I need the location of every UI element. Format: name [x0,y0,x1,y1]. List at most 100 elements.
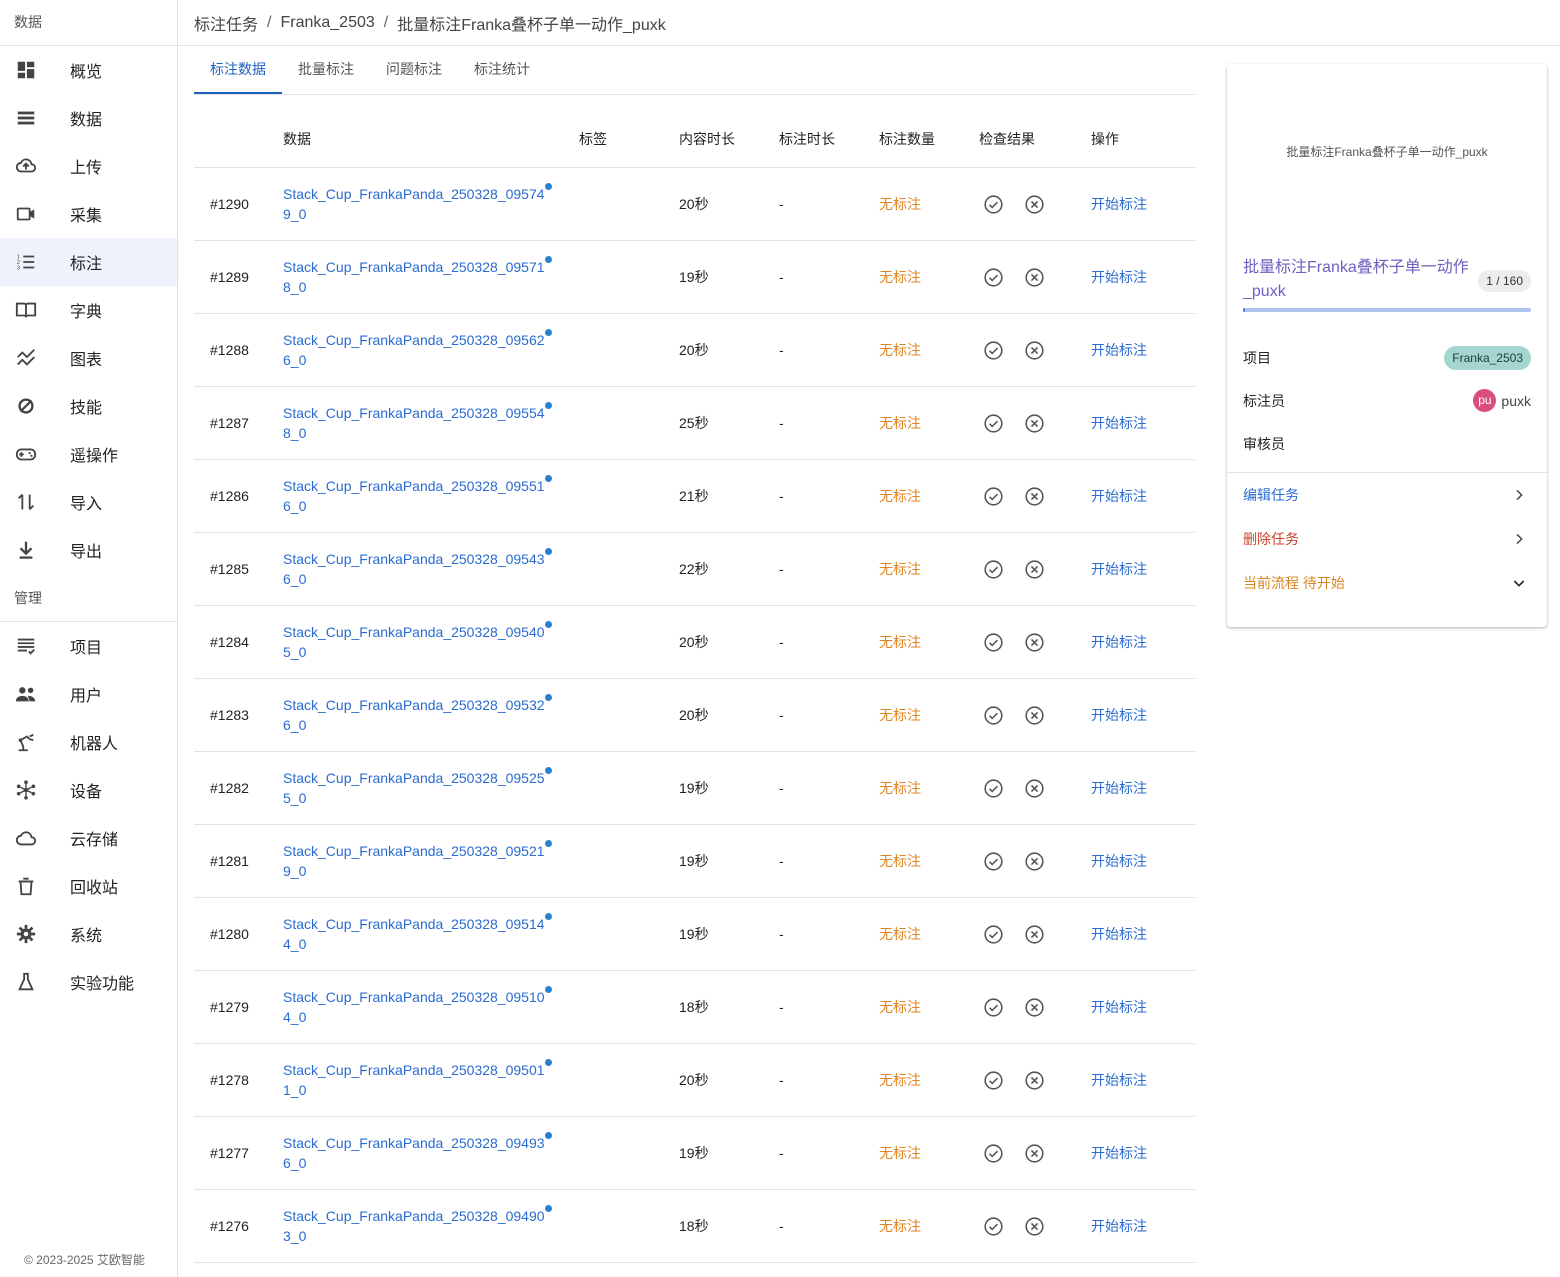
row-label-time: - [779,1218,784,1234]
start-annotation-button[interactable]: 开始标注 [1091,342,1147,358]
row-count: 无标注 [879,561,921,577]
sidebar-item-flask[interactable]: 实验功能 [0,958,177,1006]
row-op: 开始标注 [1091,997,1195,1017]
start-annotation-button[interactable]: 开始标注 [1091,561,1147,577]
check-fail-icon[interactable] [1024,851,1045,872]
check-pass-icon[interactable] [983,1216,1004,1237]
check-pass-icon[interactable] [983,924,1004,945]
row-check [979,413,1091,434]
start-annotation-button[interactable]: 开始标注 [1091,1218,1147,1234]
tab-batch-annotation[interactable]: 批量标注 [282,46,370,94]
check-pass-icon[interactable] [983,1143,1004,1164]
sidebar-item-users[interactable]: 用户 [0,670,177,718]
check-pass-icon[interactable] [983,413,1004,434]
sidebar-item-skill[interactable]: 技能 [0,382,177,430]
check-pass-icon[interactable] [983,851,1004,872]
data-link[interactable]: Stack_Cup_FrankaPanda_250328_095104_0 [283,987,545,1027]
book-icon [0,299,70,321]
sidebar-item-device[interactable]: 设备 [0,766,177,814]
sidebar-item-list[interactable]: 数据 [0,94,177,142]
tab-annotation-data[interactable]: 标注数据 [194,46,282,94]
check-pass-icon[interactable] [983,267,1004,288]
row-label-time: - [779,999,784,1015]
data-link[interactable]: Stack_Cup_FrankaPanda_250328_095255_0 [283,768,545,808]
check-fail-icon[interactable] [1024,194,1045,215]
project-chip[interactable]: Franka_2503 [1444,345,1531,370]
check-pass-icon[interactable] [983,632,1004,653]
data-link[interactable]: Stack_Cup_FrankaPanda_250328_095011_0 [283,1060,545,1100]
start-annotation-button[interactable]: 开始标注 [1091,1145,1147,1161]
data-link[interactable]: Stack_Cup_FrankaPanda_250328_095548_0 [283,403,545,443]
start-annotation-button[interactable]: 开始标注 [1091,999,1147,1015]
start-annotation-button[interactable]: 开始标注 [1091,1072,1147,1088]
current-flow-toggle[interactable]: 当前流程 待开始 [1227,561,1547,605]
data-link[interactable]: Stack_Cup_FrankaPanda_250328_095516_0 [283,476,545,516]
check-fail-icon[interactable] [1024,778,1045,799]
check-pass-icon[interactable] [983,194,1004,215]
check-fail-icon[interactable] [1024,413,1045,434]
sidebar-item-gamepad[interactable]: 遥操作 [0,430,177,478]
start-annotation-button[interactable]: 开始标注 [1091,926,1147,942]
tab-annotation-stats[interactable]: 标注统计 [458,46,546,94]
sidebar-item-video-camera[interactable]: 采集 [0,190,177,238]
delete-task-button[interactable]: 删除任务 [1227,517,1547,561]
check-fail-icon[interactable] [1024,1216,1045,1237]
sidebar-item-list-numbered[interactable]: 1 2 3 标注 [0,238,177,286]
check-fail-icon[interactable] [1024,1143,1045,1164]
check-fail-icon[interactable] [1024,632,1045,653]
sidebar-item-chart[interactable]: 图表 [0,334,177,382]
sidebar-item-robot-arm[interactable]: 机器人 [0,718,177,766]
data-link[interactable]: Stack_Cup_FrankaPanda_250328_095219_0 [283,841,545,881]
check-pass-icon[interactable] [983,778,1004,799]
start-annotation-button[interactable]: 开始标注 [1091,634,1147,650]
check-pass-icon[interactable] [983,1070,1004,1091]
data-link[interactable]: Stack_Cup_FrankaPanda_250328_095326_0 [283,695,545,735]
check-fail-icon[interactable] [1024,267,1045,288]
row-duration: 21秒 [679,488,709,504]
sidebar-item-dashboard[interactable]: 概览 [0,46,177,94]
check-fail-icon[interactable] [1024,559,1045,580]
start-annotation-button[interactable]: 开始标注 [1091,196,1147,212]
data-link[interactable]: Stack_Cup_FrankaPanda_250328_095144_0 [283,914,545,954]
check-fail-icon[interactable] [1024,1070,1045,1091]
start-annotation-button[interactable]: 开始标注 [1091,269,1147,285]
data-link[interactable]: Stack_Cup_FrankaPanda_250328_095436_0 [283,549,545,589]
start-annotation-button[interactable]: 开始标注 [1091,415,1147,431]
check-pass-icon[interactable] [983,340,1004,361]
sidebar-item-import[interactable]: 导入 [0,478,177,526]
breadcrumb-tasks[interactable]: 标注任务 [194,11,258,35]
task-preview: 批量标注Franka叠杯子单一动作_puxk [1286,144,1488,159]
sidebar-item-cloud[interactable]: 云存储 [0,814,177,862]
check-fail-icon[interactable] [1024,486,1045,507]
check-fail-icon[interactable] [1024,997,1045,1018]
start-annotation-button[interactable]: 开始标注 [1091,853,1147,869]
tab-issue-annotation[interactable]: 问题标注 [370,46,458,94]
data-link[interactable]: Stack_Cup_FrankaPanda_250328_095626_0 [283,330,545,370]
start-annotation-button[interactable]: 开始标注 [1091,780,1147,796]
check-pass-icon[interactable] [983,705,1004,726]
sidebar-item-gear[interactable]: 系统 [0,910,177,958]
check-pass-icon[interactable] [983,997,1004,1018]
sidebar-item-cloud-upload[interactable]: 上传 [0,142,177,190]
edit-task-button[interactable]: 编辑任务 [1227,473,1547,517]
row-op: 开始标注 [1091,924,1195,944]
data-link[interactable]: Stack_Cup_FrankaPanda_250328_094903_0 [283,1206,545,1246]
check-fail-icon[interactable] [1024,340,1045,361]
sidebar-item-trash[interactable]: 回收站 [0,862,177,910]
data-link[interactable]: Stack_Cup_FrankaPanda_250328_095718_0 [283,257,545,297]
start-annotation-button[interactable]: 开始标注 [1091,488,1147,504]
data-link[interactable]: Stack_Cup_FrankaPanda_250328_095749_0 [283,184,545,224]
start-annotation-button[interactable]: 开始标注 [1091,707,1147,723]
data-link[interactable]: Stack_Cup_FrankaPanda_250328_094936_0 [283,1133,545,1173]
check-pass-icon[interactable] [983,559,1004,580]
check-fail-icon[interactable] [1024,924,1045,945]
video-camera-icon [0,203,70,225]
check-fail-icon[interactable] [1024,705,1045,726]
sidebar-item-book[interactable]: 字典 [0,286,177,334]
check-pass-icon[interactable] [983,486,1004,507]
breadcrumb-project[interactable]: Franka_2503 [280,14,374,32]
sidebar-item-download[interactable]: 导出 [0,526,177,574]
data-link[interactable]: Stack_Cup_FrankaPanda_250328_095405_0 [283,622,545,662]
sidebar-item-project[interactable]: 项目 [0,622,177,670]
row-data-cell: Stack_Cup_FrankaPanda_250328_094936_0 [283,1132,579,1173]
